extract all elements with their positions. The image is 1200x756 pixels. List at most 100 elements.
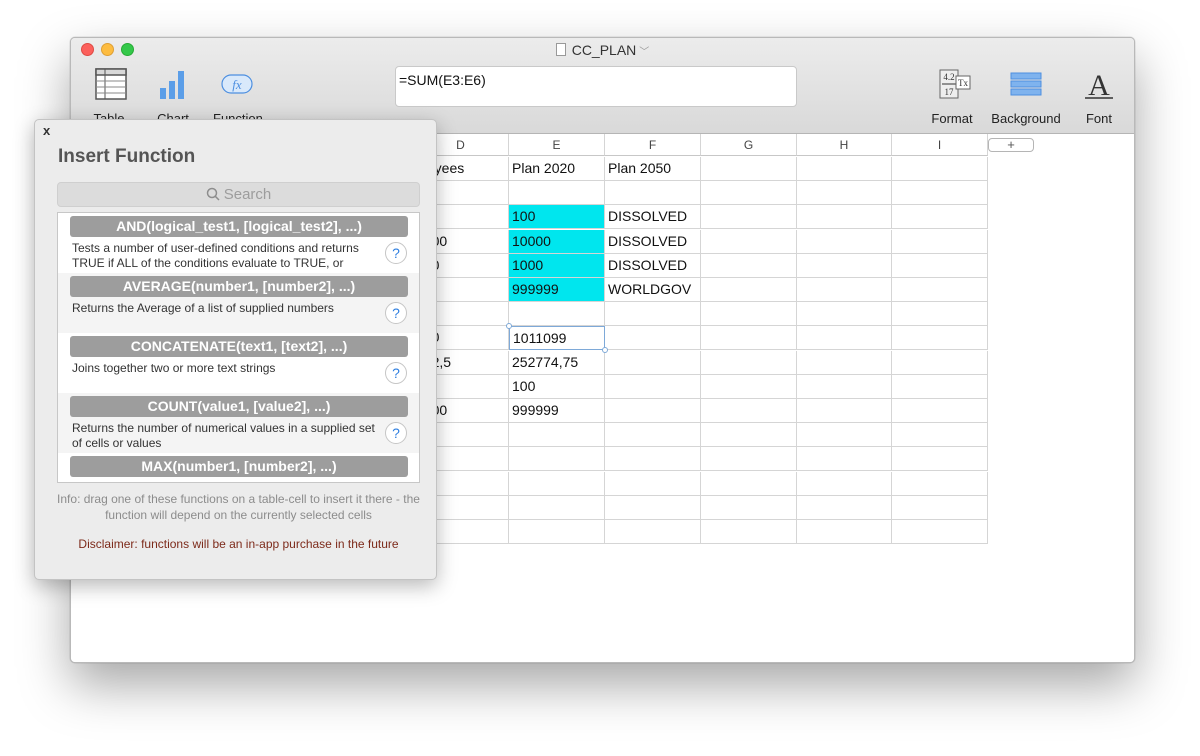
- table-cell[interactable]: [701, 447, 797, 472]
- table-cell[interactable]: [892, 471, 988, 496]
- table-cell[interactable]: 1000: [509, 253, 605, 278]
- table-cell[interactable]: [892, 374, 988, 399]
- table-cell[interactable]: [701, 205, 797, 230]
- table-cell[interactable]: [701, 423, 797, 448]
- table-cell[interactable]: [797, 205, 892, 230]
- table-cell[interactable]: 10000: [509, 229, 605, 254]
- table-cell[interactable]: [892, 399, 988, 423]
- table-cell[interactable]: [797, 447, 892, 472]
- table-cell[interactable]: [605, 423, 701, 448]
- table-cell[interactable]: [509, 423, 605, 448]
- function-list[interactable]: AND(logical_test1, [logical_test2], ...)…: [57, 212, 420, 483]
- window-title[interactable]: CC_PLAN ﹀: [71, 42, 1134, 58]
- table-cell[interactable]: [892, 205, 988, 230]
- table-cell[interactable]: [797, 181, 892, 206]
- table-cell[interactable]: [797, 278, 892, 302]
- table-cell[interactable]: [605, 447, 701, 472]
- close-icon[interactable]: x: [43, 123, 50, 138]
- table-cell[interactable]: [605, 181, 701, 206]
- table-cell[interactable]: [605, 520, 701, 544]
- table-cell[interactable]: [509, 520, 605, 544]
- function-name[interactable]: AND(logical_test1, [logical_test2], ...): [70, 216, 408, 237]
- help-button[interactable]: ?: [385, 362, 407, 384]
- table-cell[interactable]: [701, 399, 797, 423]
- table-cell[interactable]: [797, 253, 892, 278]
- table-cell[interactable]: [797, 423, 892, 448]
- table-cell[interactable]: [701, 181, 797, 206]
- table-cell[interactable]: [797, 326, 892, 351]
- table-cell[interactable]: 100: [509, 374, 605, 399]
- search-input[interactable]: Search: [57, 182, 420, 207]
- function-button[interactable]: fx Function: [213, 68, 263, 126]
- help-button[interactable]: ?: [385, 302, 407, 324]
- help-button[interactable]: ?: [385, 422, 407, 444]
- table-cell[interactable]: DISSOLVED: [605, 229, 701, 254]
- table-cell[interactable]: [701, 520, 797, 544]
- table-cell[interactable]: [892, 520, 988, 544]
- font-button[interactable]: A Font: [1079, 68, 1119, 126]
- table-cell[interactable]: 999999: [509, 399, 605, 423]
- function-name[interactable]: MAX(number1, [number2], ...): [70, 456, 408, 477]
- table-cell[interactable]: [892, 423, 988, 448]
- table-cell[interactable]: [701, 495, 797, 520]
- table-cell[interactable]: [797, 471, 892, 496]
- table-cell[interactable]: WORLDGOV: [605, 278, 701, 302]
- list-item[interactable]: CONCATENATE(text1, [text2], ...) Joins t…: [58, 333, 419, 393]
- add-column-button[interactable]: +: [988, 138, 1034, 152]
- table-cell[interactable]: Plan 2020: [509, 157, 605, 181]
- table-cell[interactable]: Plan 2050: [605, 157, 701, 181]
- table-cell[interactable]: [605, 399, 701, 423]
- list-item[interactable]: COUNT(value1, [value2], ...) Returns the…: [58, 393, 419, 453]
- format-button[interactable]: 4.2 17 Tx Format: [927, 68, 977, 126]
- table-cell[interactable]: [605, 326, 701, 351]
- table-cell[interactable]: [797, 229, 892, 254]
- table-cell[interactable]: [509, 495, 605, 520]
- table-cell[interactable]: [605, 471, 701, 496]
- table-cell[interactable]: [605, 374, 701, 399]
- table-cell[interactable]: [892, 326, 988, 351]
- list-item[interactable]: AND(logical_test1, [logical_test2], ...)…: [58, 213, 419, 273]
- chart-button[interactable]: Chart: [151, 68, 195, 126]
- table-cell[interactable]: [701, 229, 797, 254]
- table-cell[interactable]: [701, 157, 797, 181]
- table-cell[interactable]: [797, 374, 892, 399]
- column-header-h[interactable]: H: [797, 134, 892, 156]
- table-cell[interactable]: [509, 471, 605, 496]
- table-cell[interactable]: [701, 253, 797, 278]
- table-cell[interactable]: 252774,75: [509, 350, 605, 375]
- table-cell[interactable]: [892, 447, 988, 472]
- table-cell[interactable]: [605, 350, 701, 375]
- column-header-g[interactable]: G: [701, 134, 797, 156]
- table-cell[interactable]: [509, 447, 605, 472]
- function-name[interactable]: CONCATENATE(text1, [text2], ...): [70, 336, 408, 357]
- table-cell[interactable]: [797, 399, 892, 423]
- column-header-f[interactable]: F: [605, 134, 701, 156]
- column-header-i[interactable]: I: [892, 134, 988, 156]
- table-cell[interactable]: [509, 181, 605, 206]
- table-cell[interactable]: [892, 278, 988, 302]
- table-cell[interactable]: [509, 302, 605, 327]
- table-cell[interactable]: [701, 350, 797, 375]
- table-cell[interactable]: 100: [509, 205, 605, 230]
- table-cell[interactable]: [797, 302, 892, 327]
- table-cell[interactable]: [701, 302, 797, 327]
- column-header-e[interactable]: E: [509, 134, 605, 156]
- table-cell[interactable]: [892, 302, 988, 327]
- table-cell[interactable]: [892, 157, 988, 181]
- table-cell[interactable]: [892, 181, 988, 206]
- table-cell[interactable]: [701, 374, 797, 399]
- help-button[interactable]: ?: [385, 242, 407, 264]
- table-cell[interactable]: [892, 350, 988, 375]
- table-cell[interactable]: [892, 229, 988, 254]
- table-button[interactable]: Table: [89, 68, 129, 126]
- table-cell[interactable]: 999999: [509, 278, 605, 302]
- table-cell[interactable]: [797, 350, 892, 375]
- table-cell[interactable]: [892, 253, 988, 278]
- table-cell[interactable]: [605, 302, 701, 327]
- table-cell[interactable]: [797, 520, 892, 544]
- table-cell[interactable]: [797, 157, 892, 181]
- table-cell[interactable]: [701, 278, 797, 302]
- table-cell[interactable]: [701, 326, 797, 351]
- function-name[interactable]: AVERAGE(number1, [number2], ...): [70, 276, 408, 297]
- table-cell[interactable]: [797, 495, 892, 520]
